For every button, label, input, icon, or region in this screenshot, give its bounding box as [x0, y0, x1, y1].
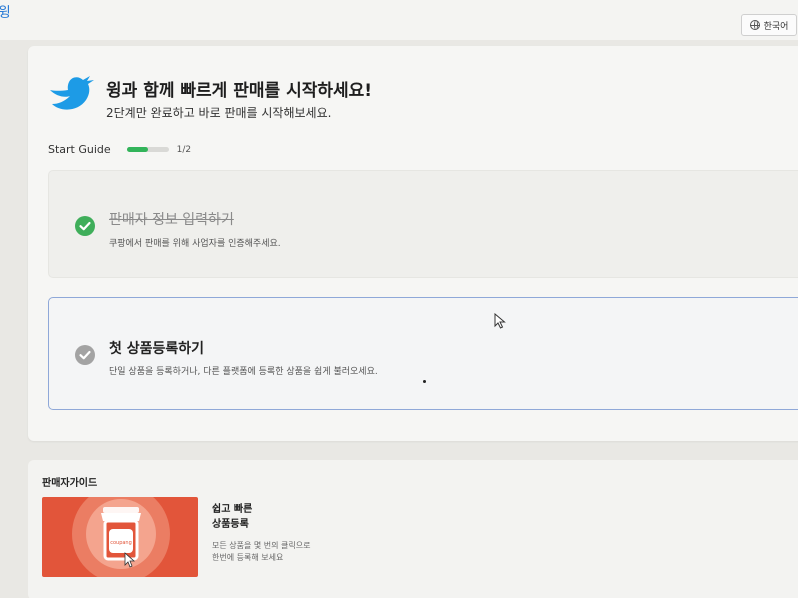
- screen-speck: [423, 380, 426, 383]
- top-bar: 윙 한국어: [0, 0, 798, 40]
- step-title: 첫 상품등록하기: [109, 341, 205, 357]
- guide-title-line: 상품등록: [212, 519, 249, 530]
- progress-bar-fill: [126, 147, 148, 152]
- guide-desc-line: 모든 상품을 몇 번의 클릭으로: [212, 541, 311, 550]
- shop-brand-label: coupang: [110, 540, 132, 546]
- check-circle-icon: [75, 345, 95, 365]
- globe-icon: [749, 20, 760, 30]
- progress-count: 1/2: [176, 144, 192, 155]
- page-title: 윙과 함께 빠르게 판매를 시작하세요!: [106, 81, 373, 101]
- guide-desc-line: 한번에 등록해 보세요: [212, 553, 284, 562]
- check-circle-icon: [75, 216, 95, 236]
- step-card-first-product[interactable]: 첫 상품등록하기 단일 상품을 등록하거나, 다른 플랫폼에 등록한 상품을 쉽…: [48, 297, 798, 410]
- page-subtitle: 2단계만 완료하고 바로 판매를 시작해보세요.: [106, 106, 332, 120]
- progress-bar: [126, 147, 169, 152]
- guide-card-description: 모든 상품을 몇 번의 클릭으로 한번에 등록해 보세요: [212, 540, 311, 564]
- language-label: 한국어: [763, 21, 789, 32]
- step-card-seller-info[interactable]: 판매자 정보 입력하기 쿠팡에서 판매를 위해 사업자를 인증해주세요.: [48, 170, 798, 278]
- step-title: 판매자 정보 입력하기: [109, 212, 234, 228]
- brand-logo-fragment[interactable]: 윙: [0, 2, 11, 22]
- section-heading: 판매자가이드: [42, 478, 98, 489]
- start-guide-label: Start Guide: [48, 143, 111, 156]
- step-description: 쿠팡에서 판매를 위해 사업자를 인증해주세요.: [109, 239, 281, 249]
- guide-card-title[interactable]: 쉽고 빠른 상품등록: [212, 502, 252, 532]
- step-description: 단일 상품을 등록하거나, 다른 플랫폼에 등록한 상품을 쉽게 불러오세요.: [109, 367, 378, 377]
- guide-title-line: 쉽고 빠른: [212, 504, 253, 515]
- bird-logo-icon: [50, 76, 94, 110]
- start-guide-progress: Start Guide 1/2: [48, 143, 191, 156]
- shopping-bag-icon: coupang: [101, 507, 141, 568]
- language-selector[interactable]: 한국어: [741, 14, 797, 36]
- mouse-pointer-icon: [494, 313, 506, 329]
